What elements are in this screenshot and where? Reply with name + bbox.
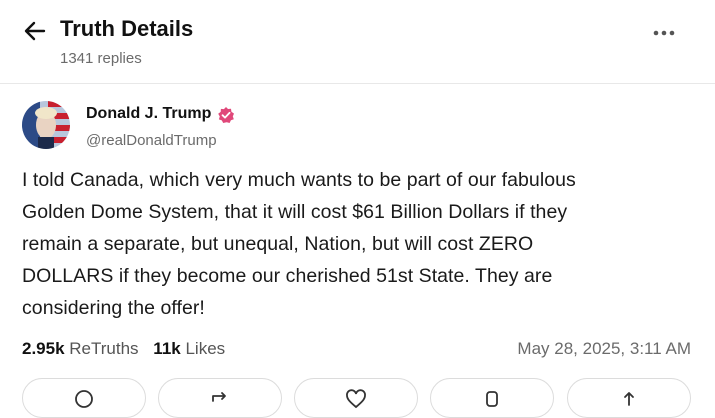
retruth-icon [212,392,226,402]
retruths-stat[interactable]: 2.95k ReTruths [22,339,139,359]
avatar[interactable] [22,101,70,149]
back-arrow-icon[interactable] [22,18,48,44]
share-button[interactable] [567,378,691,418]
more-options-icon[interactable] [650,25,678,41]
reply-button[interactable] [22,378,146,418]
bookmark-button[interactable] [430,378,554,418]
likes-count: 11k [153,339,181,358]
post-stats: 2.95k ReTruths 11k Likes [22,339,225,359]
comment-icon [75,390,93,408]
like-button[interactable] [294,378,418,418]
post-body-line: DOLLARS if they become our cherished 51s… [22,265,553,287]
action-bar [0,378,715,418]
post-body: I told Canada, which very much wants to … [22,164,692,324]
likes-label: Likes [185,339,226,358]
post-body-line: considering the offer! [22,297,205,319]
retruths-count: 2.95k [22,339,65,358]
heart-icon [346,389,366,409]
share-icon [624,392,634,406]
post-body-line: remain a separate, but unequal, Nation, … [22,233,534,255]
post-body-line: Golden Dome System, that it will cost $6… [22,201,568,223]
avatar-image [22,101,70,149]
header-divider [0,83,715,84]
page-title: Truth Details [60,16,194,41]
replies-count: 1341 replies [60,50,142,67]
top-bar: Truth Details 1341 replies [0,0,715,84]
post-body-line: I told Canada, which very much wants to … [22,169,576,191]
author-name[interactable]: Donald J. Trump [86,105,211,123]
retruth-button[interactable] [158,378,282,418]
retruths-label: ReTruths [69,339,139,358]
author-handle[interactable]: @realDonaldTrump [86,132,217,149]
bookmark-icon [486,391,498,407]
verified-badge-icon [218,107,234,123]
likes-stat[interactable]: 11k Likes [153,339,225,359]
post-timestamp: May 28, 2025, 3:11 AM [517,339,691,358]
